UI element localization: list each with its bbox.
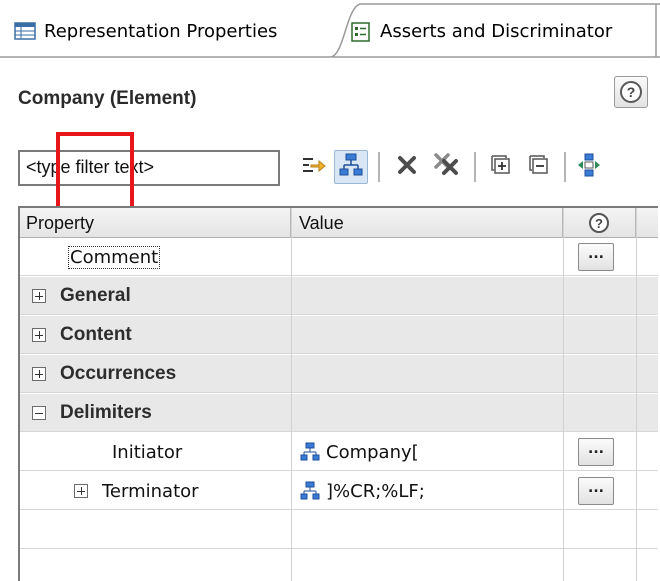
hierarchy-icon — [300, 442, 320, 462]
delete-all-icon — [432, 151, 462, 183]
expand-icon[interactable] — [32, 289, 46, 303]
delete-button[interactable] — [390, 150, 424, 184]
show-advanced-icon — [299, 151, 327, 183]
property-value: Company[ — [326, 441, 419, 463]
initiator-edit-button[interactable]: ... — [578, 438, 614, 466]
column-divider — [636, 208, 637, 581]
toolbar-separator — [378, 152, 380, 182]
show-hierarchy-button[interactable] — [334, 150, 368, 184]
column-divider — [563, 208, 564, 581]
category-label: Content — [60, 324, 132, 345]
category-label: Occurrences — [60, 363, 177, 384]
expand-all-button[interactable] — [484, 150, 518, 184]
layout-icon — [576, 152, 602, 182]
category-label: Delimiters — [60, 402, 152, 423]
terminator-edit-button[interactable]: ... — [578, 477, 614, 505]
delete-icon — [395, 153, 419, 181]
hierarchy-icon — [300, 481, 320, 501]
expand-icon[interactable] — [32, 367, 46, 381]
tab-bar: Representation Properties Asserts and Di… — [0, 0, 660, 58]
column-header-property[interactable]: Property — [20, 208, 291, 238]
page-title: Company (Element) — [18, 88, 197, 109]
filter-input[interactable]: <type filter text> — [18, 150, 280, 186]
toolbar-separator — [474, 152, 476, 182]
category-label: General — [60, 285, 131, 306]
collapse-icon[interactable] — [32, 406, 46, 420]
asserts-list-icon — [350, 22, 372, 42]
column-divider — [291, 208, 292, 581]
collapse-all-icon — [527, 153, 551, 181]
properties-table-icon — [14, 22, 36, 40]
expand-icon[interactable] — [32, 328, 46, 342]
toolbar-separator — [564, 152, 566, 182]
help-button[interactable]: ? — [614, 76, 648, 108]
delete-all-button[interactable] — [430, 150, 464, 184]
tab-label: Representation Properties — [44, 20, 278, 42]
property-label: Initiator — [112, 441, 183, 463]
help-icon: ? — [589, 213, 609, 233]
property-label: Terminator — [102, 480, 199, 502]
column-header-value[interactable]: Value — [291, 208, 563, 238]
property-value: ]%CR;%LF; — [326, 480, 425, 502]
tab-asserts-and-discriminator[interactable]: Asserts and Discriminator — [350, 4, 612, 58]
layout-button[interactable] — [572, 150, 606, 184]
collapse-all-button[interactable] — [522, 150, 556, 184]
properties-table: Property Value ? Comment ... General Con… — [18, 206, 658, 581]
column-header-help[interactable]: ? — [563, 208, 636, 238]
property-label: Comment — [68, 245, 161, 269]
help-icon: ? — [620, 81, 642, 103]
comment-edit-button[interactable]: ... — [578, 243, 614, 271]
expand-icon[interactable] — [74, 484, 88, 498]
show-hierarchy-icon — [338, 152, 364, 182]
tab-label: Asserts and Discriminator — [380, 20, 613, 42]
tab-representation-properties[interactable]: Representation Properties — [14, 4, 277, 58]
show-advanced-button[interactable] — [296, 150, 330, 184]
expand-all-icon — [489, 153, 513, 181]
